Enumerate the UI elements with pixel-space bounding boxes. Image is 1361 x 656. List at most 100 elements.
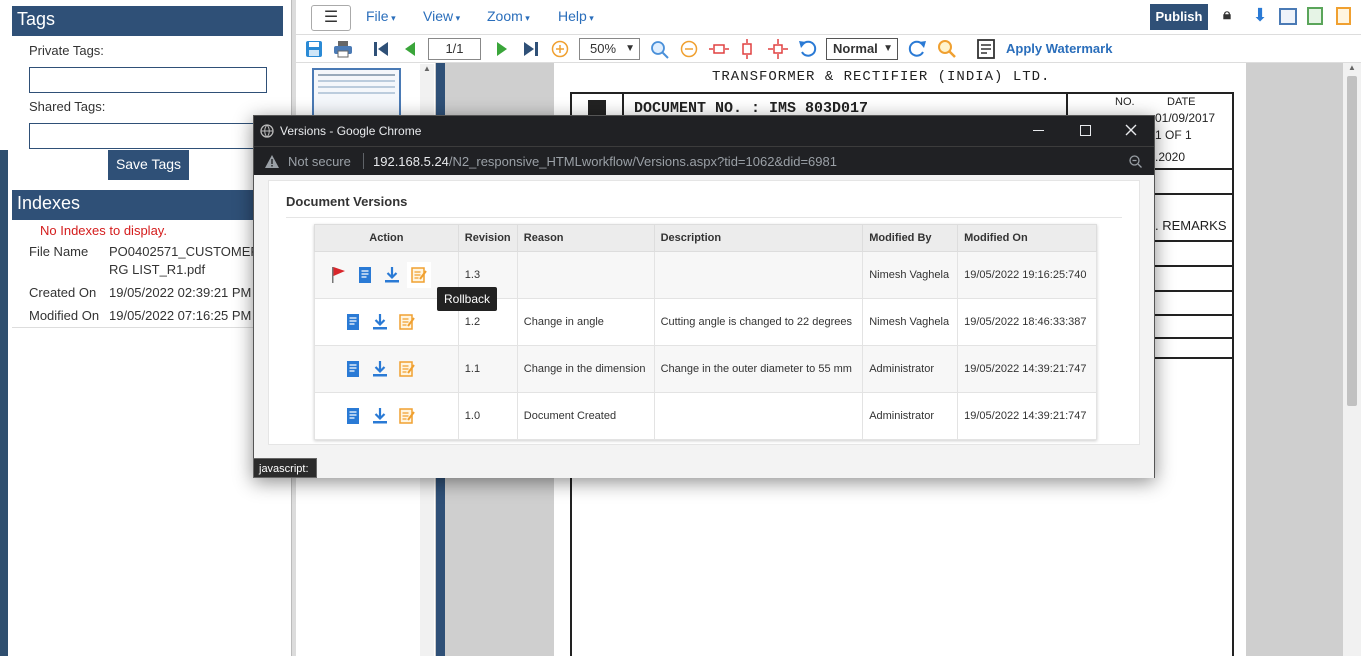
zoom-select[interactable]: 50% ▼ — [579, 38, 640, 60]
view-document-icon[interactable] — [345, 360, 361, 378]
table-row: 1.2 Change in angle Cutting angle is cha… — [314, 298, 1097, 346]
rotate-right-icon[interactable] — [907, 39, 927, 59]
left-edge-strip — [0, 150, 8, 656]
versions-window: Versions - Google Chrome Not secure 192.… — [253, 115, 1155, 478]
last-page-icon[interactable] — [523, 41, 539, 57]
maximize-icon[interactable] — [1080, 125, 1091, 136]
zoom-menu[interactable]: Zoom ▾ — [487, 8, 530, 24]
download-version-icon[interactable] — [372, 360, 388, 378]
calendar-icon[interactable] — [1279, 8, 1297, 25]
zoom-in-circle-icon[interactable] — [551, 40, 569, 58]
window-titlebar: Versions - Google Chrome — [254, 116, 1154, 146]
file-menu[interactable]: File ▾ — [366, 8, 396, 24]
col-revision: Revision — [457, 224, 518, 252]
zoom-out-icon[interactable] — [680, 40, 698, 58]
search-icon[interactable] — [937, 39, 957, 59]
viewer-scrollbar-thumb[interactable] — [1347, 76, 1357, 406]
doc-no-label: NO. — [1115, 96, 1135, 108]
private-tags-label: Private Tags: — [29, 43, 104, 58]
publish-button[interactable]: Publish — [1150, 4, 1208, 30]
heading-divider — [286, 217, 1122, 218]
revision-cell: 1.1 — [457, 345, 518, 393]
table-row: 1.1 Change in the dimension Change in th… — [314, 345, 1097, 393]
versions-table: Action Revision Reason Description Modif… — [314, 224, 1097, 440]
reason-cell: Change in angle — [516, 298, 655, 346]
rollback-tooltip: Rollback — [437, 287, 497, 311]
modified-by-cell: Administrator — [862, 392, 959, 440]
fit-width-icon[interactable] — [709, 42, 729, 56]
minimize-icon[interactable] — [1033, 130, 1044, 131]
indexes-divider — [12, 327, 283, 328]
download-version-icon[interactable] — [384, 266, 400, 284]
col-action: Action — [314, 224, 459, 252]
viewer-scrollbar[interactable]: ▲ — [1343, 63, 1361, 656]
col-reason: Reason — [516, 224, 655, 252]
col-modified-by: Modified By — [862, 224, 959, 252]
doc-rule-1 — [1155, 168, 1234, 170]
address-separator — [363, 153, 364, 169]
next-page-icon[interactable] — [495, 41, 509, 57]
list-menu-icon[interactable]: ☰ — [311, 5, 351, 31]
created-on-value: 19/05/2022 02:39:21 PM — [109, 285, 252, 300]
tags-heading: Tags — [12, 6, 283, 36]
view-document-icon[interactable] — [345, 313, 361, 331]
doc-page-of: 1 OF 1 — [1155, 128, 1192, 142]
doc-company-name: TRANSFORMER & RECTIFIER (INDIA) LTD. — [712, 69, 1051, 85]
notes-icon[interactable] — [1336, 7, 1351, 25]
print-icon[interactable] — [333, 40, 353, 58]
view-document-icon[interactable] — [357, 266, 373, 284]
col-description: Description — [653, 224, 864, 252]
table-row: 1.0 Document Created Administrator 19/05… — [314, 392, 1097, 440]
download-version-icon[interactable] — [372, 407, 388, 425]
doc-date-value: 01/09/2017 — [1155, 111, 1216, 125]
revision-cell: 1.0 — [457, 392, 518, 440]
modified-by-cell: Administrator — [862, 345, 959, 393]
table-row: 1.3 Nimesh Vaghela 19/05/2022 19:16:25:7… — [314, 251, 1097, 299]
zoom-select-value: 50% — [590, 41, 617, 56]
page-number-input[interactable]: 1/1 — [428, 38, 481, 60]
view-menu[interactable]: View ▾ — [423, 8, 460, 24]
doc-rule-2 — [1155, 193, 1234, 195]
rotate-left-icon[interactable] — [798, 39, 818, 59]
magnify-icon[interactable] — [650, 40, 669, 59]
zoom-menu-label: Zoom — [487, 8, 523, 24]
save-tags-button[interactable]: Save Tags — [108, 150, 189, 180]
copy-icon[interactable] — [1307, 7, 1323, 25]
rollback-icon[interactable] — [399, 313, 415, 331]
no-indexes-message: No Indexes to display. — [40, 223, 167, 238]
flag-icon[interactable] — [330, 266, 346, 284]
watermark-icon[interactable] — [976, 38, 998, 60]
table-header-row: Action Revision Reason Description Modif… — [314, 224, 1097, 252]
status-bar: javascript: — [253, 458, 317, 478]
reason-cell: Document Created — [516, 392, 655, 440]
modified-on-cell: 19/05/2022 14:39:21:747 — [957, 392, 1097, 440]
fit-height-icon[interactable] — [740, 39, 754, 59]
shared-tags-input[interactable] — [29, 123, 267, 149]
lock-icon[interactable]: 🔒︎ — [1218, 6, 1236, 26]
address-bar[interactable]: Not secure 192.168.5.24/N2_responsive_HT… — [254, 146, 1154, 175]
private-tags-input[interactable] — [29, 67, 267, 93]
help-menu[interactable]: Help ▾ — [558, 8, 594, 24]
rollback-icon[interactable] — [399, 360, 415, 378]
download-icon[interactable]: ⬇ — [1251, 5, 1269, 27]
doc-date-label: DATE — [1167, 96, 1196, 108]
action-cell — [314, 345, 459, 393]
zoom-indicator-icon[interactable] — [1129, 155, 1142, 168]
file-name-value: PO0402571_CUSTOMER — [109, 244, 260, 259]
rollback-icon[interactable] — [411, 266, 427, 284]
view-mode-select[interactable]: Normal ▼ — [826, 38, 898, 60]
save-icon[interactable] — [305, 40, 323, 58]
page-thumbnail[interactable] — [312, 68, 401, 118]
window-title: Versions - Google Chrome — [280, 124, 422, 138]
view-document-icon[interactable] — [345, 407, 361, 425]
download-version-icon[interactable] — [372, 313, 388, 331]
doc-remarks: . REMARKS — [1155, 218, 1227, 233]
url-host: 192.168.5.24 — [373, 154, 449, 169]
first-page-icon[interactable] — [373, 41, 389, 57]
apply-watermark-link[interactable]: Apply Watermark — [1006, 41, 1112, 56]
rollback-icon[interactable] — [399, 407, 415, 425]
prev-page-icon[interactable] — [403, 41, 417, 57]
fit-page-icon[interactable] — [768, 39, 788, 59]
close-icon[interactable] — [1125, 124, 1137, 136]
shared-tags-label: Shared Tags: — [29, 99, 106, 114]
